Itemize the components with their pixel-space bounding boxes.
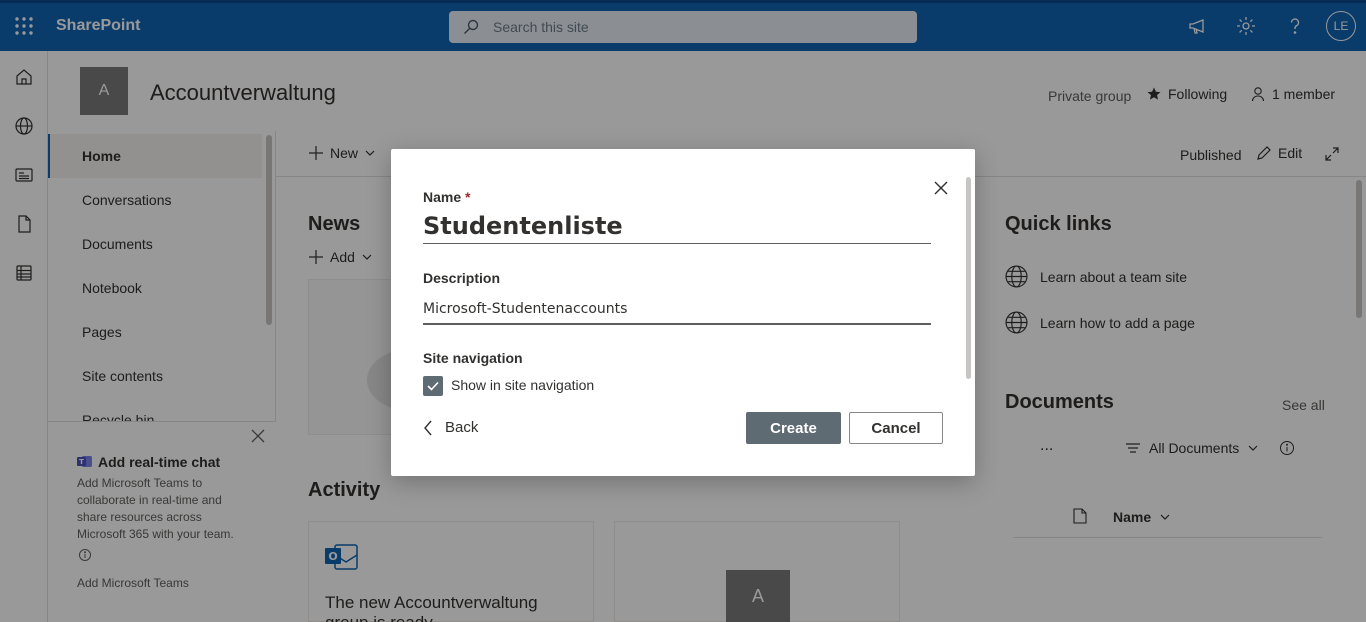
name-label: Name * — [423, 189, 470, 205]
create-dialog: Name * Description Site navigation Show … — [391, 149, 975, 476]
required-indicator: * — [465, 189, 471, 205]
description-input[interactable] — [423, 295, 931, 325]
description-label: Description — [423, 270, 501, 286]
checkmark-icon — [427, 381, 439, 391]
cancel-button[interactable]: Cancel — [849, 412, 943, 444]
name-label-text: Name — [423, 189, 462, 205]
create-button[interactable]: Create — [746, 412, 841, 444]
show-in-navigation-checkbox[interactable] — [423, 376, 443, 396]
back-button[interactable]: Back — [423, 419, 478, 436]
name-input[interactable] — [423, 209, 931, 244]
dialog-scrollbar[interactable] — [966, 177, 971, 379]
back-label: Back — [445, 419, 479, 436]
close-icon[interactable] — [934, 181, 948, 195]
chevron-left-icon — [424, 420, 432, 435]
site-navigation-label: Site navigation — [423, 350, 523, 366]
show-in-navigation-label[interactable]: Show in site navigation — [451, 377, 594, 393]
